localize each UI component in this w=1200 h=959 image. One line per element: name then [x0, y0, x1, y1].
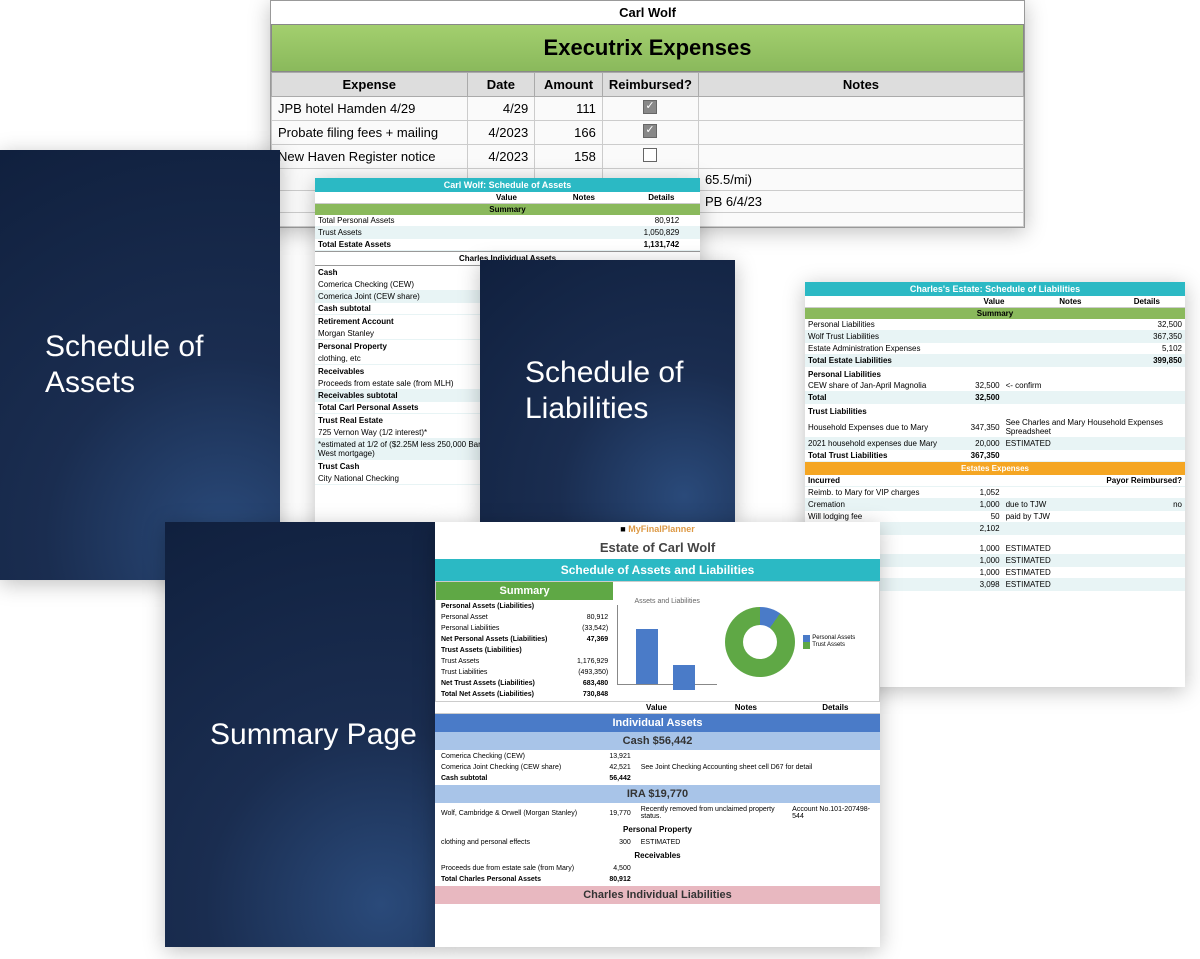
table-row: JPB hotel Hamden 4/29 4/29 111	[272, 97, 1024, 121]
checkbox-icon[interactable]	[643, 148, 657, 162]
brand-logo: ■ MyFinalPlanner	[435, 522, 880, 536]
slide-title: Schedule of Assets	[45, 329, 280, 401]
owner-name: Carl Wolf	[271, 1, 1024, 24]
sheet-header: Carl Wolf: Schedule of Assets	[315, 178, 700, 192]
donut-chart	[725, 607, 795, 677]
expenses-title: Executrix Expenses	[271, 24, 1024, 72]
schedule-assets-slide: Schedule of Assets	[0, 150, 280, 580]
table-row: Probate filing fees + mailing 4/2023 166	[272, 121, 1024, 145]
bar-chart	[617, 605, 717, 685]
schedule-liabilities-slide: Schedule of Liabilities	[480, 260, 735, 522]
checkbox-icon[interactable]	[643, 124, 657, 138]
slide-title: Summary Page	[210, 717, 417, 753]
summary-sheet: ■ MyFinalPlanner Estate of Carl Wolf Sch…	[435, 522, 880, 947]
checkbox-icon[interactable]	[643, 100, 657, 114]
summary-page-slide: Summary Page	[165, 522, 435, 947]
sheet-header: Charles's Estate: Schedule of Liabilitie…	[805, 282, 1185, 296]
table-row: New Haven Register notice 4/2023 158	[272, 145, 1024, 169]
slide-title: Schedule of Liabilities	[525, 355, 735, 427]
